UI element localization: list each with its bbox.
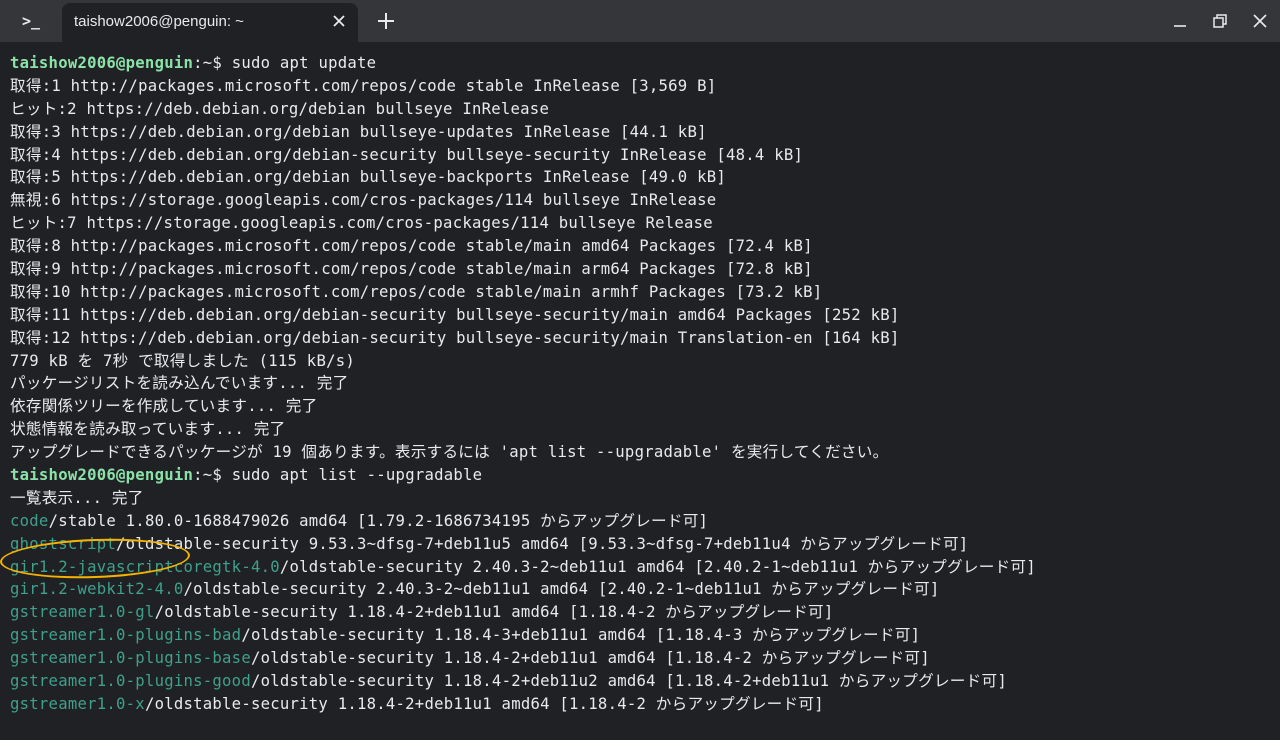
package-line: gstreamer1.0-plugins-bad/oldstable-secur… <box>10 624 1274 647</box>
package-name: gstreamer1.0-plugins-bad <box>10 626 242 645</box>
plus-icon[interactable] <box>373 8 399 34</box>
prompt-path: :~$ <box>193 54 232 72</box>
package-name: code <box>10 511 49 530</box>
package-line: ghostscript/oldstable-security 9.53.3~df… <box>10 533 1274 556</box>
output-line: アップグレードできるパッケージが 19 個あります。表示するには 'apt li… <box>10 443 889 462</box>
package-line: gir1.2-javascriptcoregtk-4.0/oldstable-s… <box>10 556 1274 579</box>
terminal-output: taishow2006@penguin:~$ sudo apt update 取… <box>10 52 1274 716</box>
output-line: 取得:1 http://packages.microsoft.com/repos… <box>10 76 717 95</box>
package-name: gir1.2-javascriptcoregtk-4.0 <box>10 557 280 576</box>
output-line: 依存関係ツリーを作成しています... 完了 <box>10 397 318 416</box>
prompt-path: :~$ <box>193 466 232 485</box>
output-line: 取得:8 http://packages.microsoft.com/repos… <box>10 237 813 256</box>
package-name: gstreamer1.0-plugins-good <box>10 672 251 691</box>
output-line: 取得:10 http://packages.microsoft.com/repo… <box>10 282 823 301</box>
package-name: gstreamer1.0-plugins-base <box>10 649 251 668</box>
package-details: /oldstable-security 2.40.3-2~deb11u1 amd… <box>279 557 1036 576</box>
maximize-icon[interactable] <box>1207 8 1233 34</box>
title-bar: >_ taishow2006@penguin: ~ <box>0 0 1280 42</box>
output-line: 取得:12 https://deb.debian.org/debian-secu… <box>10 328 900 347</box>
command-text: sudo apt list --upgradable <box>231 466 483 485</box>
prompt-user: taishow2006@penguin <box>10 466 194 485</box>
package-details: /oldstable-security 1.18.4-3+deb11u1 amd… <box>241 626 921 645</box>
output-line: ヒット:7 https://storage.googleapis.com/cro… <box>10 214 713 233</box>
output-line: ヒット:2 https://deb.debian.org/debian bull… <box>10 99 550 118</box>
output-line: 取得:11 https://deb.debian.org/debian-secu… <box>10 305 900 324</box>
close-icon[interactable] <box>328 10 350 32</box>
package-details: /oldstable-security 2.40.3-2~deb11u1 amd… <box>183 580 940 599</box>
package-details: /oldstable-security 1.18.4-2+deb11u1 amd… <box>144 694 824 713</box>
package-name: gir1.2-webkit2-4.0 <box>10 580 184 599</box>
output-line: 一覧表示... 完了 <box>10 488 144 507</box>
output-line: 無視:6 https://storage.googleapis.com/cros… <box>10 191 717 210</box>
package-line: gstreamer1.0-plugins-good/oldstable-secu… <box>10 670 1274 693</box>
output-line: 取得:5 https://deb.debian.org/debian bulls… <box>10 168 727 187</box>
prompt-line: taishow2006@penguin:~$ sudo apt list --u… <box>10 464 1274 487</box>
command-text: sudo apt update <box>231 54 377 72</box>
terminal-prompt-icon[interactable]: >_ <box>0 0 62 42</box>
tab-title: taishow2006@penguin: ~ <box>74 13 244 30</box>
output-line: 取得:4 https://deb.debian.org/debian-secur… <box>10 145 804 164</box>
close-icon[interactable] <box>1247 8 1273 34</box>
package-line: gstreamer1.0-gl/oldstable-security 1.18.… <box>10 601 1274 624</box>
package-details: /oldstable-security 9.53.3~dfsg-7+deb11u… <box>116 534 969 553</box>
package-details: /oldstable-security 1.18.4-2+deb11u1 amd… <box>250 649 930 668</box>
output-line: 取得:9 http://packages.microsoft.com/repos… <box>10 260 813 279</box>
prompt-user: taishow2006@penguin <box>10 54 194 72</box>
minimize-icon[interactable] <box>1167 8 1193 34</box>
output-line: 取得:3 https://deb.debian.org/debian bulls… <box>10 122 707 141</box>
terminal-area[interactable]: taishow2006@penguin:~$ sudo apt update 取… <box>0 42 1280 740</box>
output-line: 状態情報を読み取っています... 完了 <box>10 420 286 439</box>
package-line: gir1.2-webkit2-4.0/oldstable-security 2.… <box>10 578 1274 601</box>
package-line: code/stable 1.80.0-1688479026 amd64 [1.7… <box>10 510 1274 533</box>
prompt-line: taishow2006@penguin:~$ sudo apt update <box>10 52 1274 75</box>
package-name: ghostscript <box>10 534 117 553</box>
package-line: gstreamer1.0-x/oldstable-security 1.18.4… <box>10 693 1274 716</box>
package-name: gstreamer1.0-x <box>10 694 145 713</box>
package-details: /oldstable-security 1.18.4-2+deb11u2 amd… <box>250 672 1007 691</box>
tab-terminal[interactable]: taishow2006@penguin: ~ <box>62 3 358 42</box>
package-details: /stable 1.80.0-1688479026 amd64 [1.79.2-… <box>48 511 709 530</box>
package-line: gstreamer1.0-plugins-base/oldstable-secu… <box>10 647 1274 670</box>
package-details: /oldstable-security 1.18.4-2+deb11u1 amd… <box>154 603 834 622</box>
package-name: gstreamer1.0-gl <box>10 603 155 622</box>
output-line: パッケージリストを読み込んでいます... 完了 <box>10 374 349 393</box>
output-line: 779 kB を 7秒 で取得しました (115 kB/s) <box>10 351 355 370</box>
